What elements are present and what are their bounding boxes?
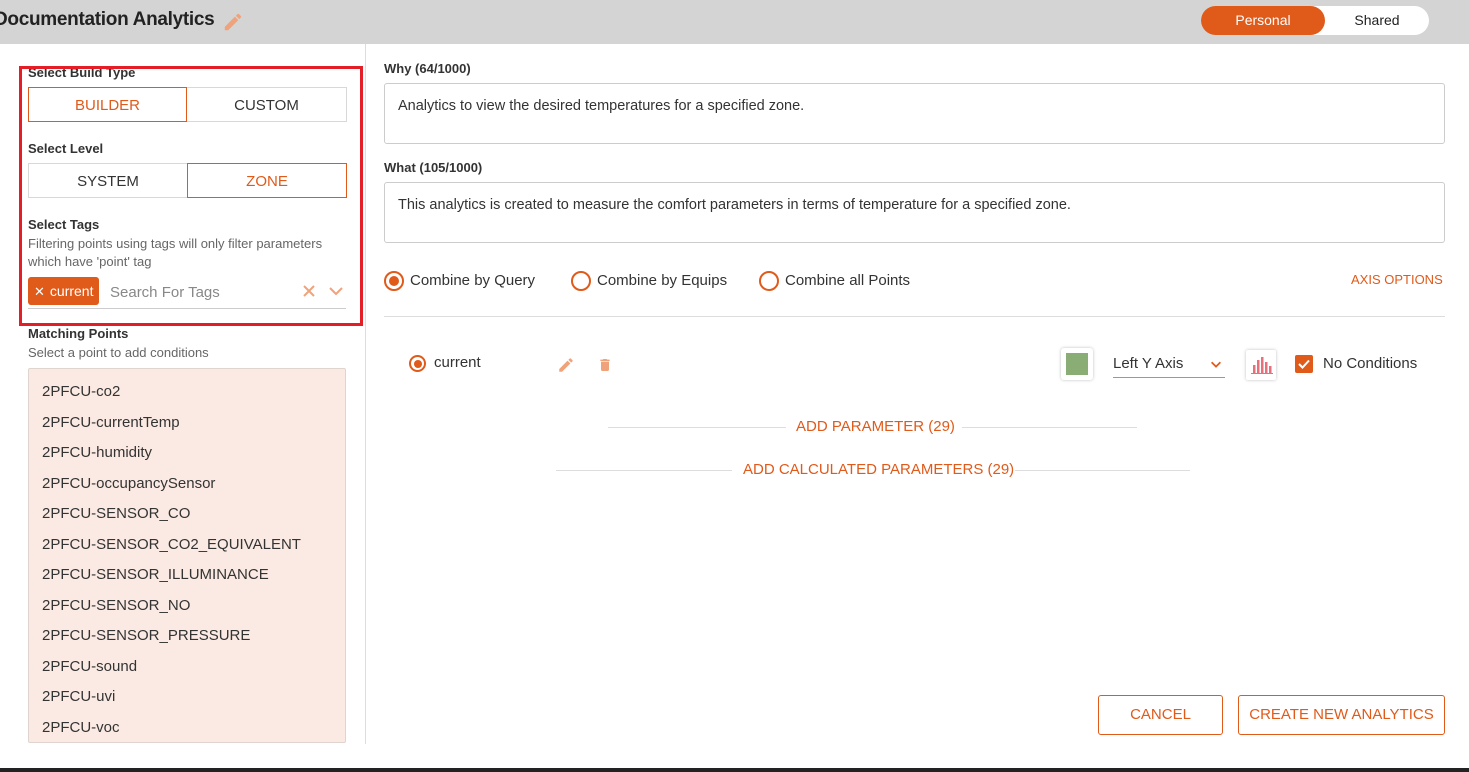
- list-item[interactable]: 2PFCU-currentTemp: [29, 408, 345, 439]
- pencil-icon[interactable]: [557, 356, 575, 374]
- list-item[interactable]: 2PFCU-SENSOR_CO: [29, 499, 345, 530]
- divider: [608, 427, 786, 428]
- matching-points-list: 2PFCU-co2 2PFCU-currentTemp 2PFCU-humidi…: [28, 368, 346, 743]
- parameter-radio[interactable]: [409, 355, 426, 372]
- bottom-bar: [0, 768, 1469, 772]
- radio-unselected-icon: [759, 271, 779, 291]
- top-bar: Documentation Analytics Personal Shared: [0, 0, 1469, 44]
- list-item[interactable]: 2PFCU-humidity: [29, 438, 345, 469]
- highlight-box: [19, 66, 363, 326]
- color-swatch[interactable]: [1061, 348, 1093, 380]
- color-swatch-fill: [1066, 353, 1088, 375]
- axis-options-link[interactable]: AXIS OPTIONS: [1351, 272, 1443, 287]
- no-conditions-checkbox[interactable]: [1295, 355, 1313, 373]
- pencil-icon[interactable]: [222, 11, 244, 33]
- add-parameter-link[interactable]: ADD PARAMETER (29): [796, 418, 955, 435]
- axis-select-value: Left Y Axis: [1113, 355, 1184, 372]
- divider: [1015, 470, 1190, 471]
- list-item[interactable]: 2PFCU-SENSOR_PRESSURE: [29, 621, 345, 652]
- divider: [962, 427, 1137, 428]
- list-item[interactable]: 2PFCU-sound: [29, 652, 345, 683]
- parameter-name: current: [434, 354, 481, 371]
- list-item[interactable]: 2PFCU-uvi: [29, 682, 345, 713]
- list-item[interactable]: 2PFCU-SENSOR_ILLUMINANCE: [29, 560, 345, 591]
- toggle-personal[interactable]: Personal: [1201, 6, 1325, 35]
- divider: [384, 316, 1445, 317]
- what-textarea[interactable]: This analytics is created to measure the…: [384, 182, 1445, 243]
- personal-shared-toggle: Personal Shared: [1201, 6, 1429, 35]
- trash-icon[interactable]: [597, 356, 613, 374]
- why-label: Why (64/1000): [384, 61, 471, 76]
- list-item[interactable]: 2PFCU-SENSOR_CO2_EQUIVALENT: [29, 530, 345, 561]
- list-item[interactable]: 2PFCU-co2: [29, 377, 345, 408]
- bar-chart-icon: [1251, 357, 1273, 374]
- axis-select[interactable]: Left Y Axis: [1113, 352, 1225, 378]
- list-item[interactable]: 2PFCU-voc: [29, 713, 345, 743]
- cancel-button[interactable]: CANCEL: [1098, 695, 1223, 735]
- create-new-analytics-button[interactable]: CREATE NEW ANALYTICS: [1238, 695, 1445, 735]
- radio-selected-icon: [384, 271, 404, 291]
- matching-points-help: Select a point to add conditions: [28, 345, 209, 360]
- divider: [556, 470, 732, 471]
- bar-chart-icon-button[interactable]: [1246, 350, 1276, 380]
- no-conditions-label: No Conditions: [1323, 355, 1418, 372]
- toggle-shared[interactable]: Shared: [1325, 6, 1429, 35]
- page-title: Documentation Analytics: [0, 9, 215, 30]
- add-calculated-parameters-link[interactable]: ADD CALCULATED PARAMETERS (29): [743, 461, 1014, 478]
- list-item[interactable]: 2PFCU-occupancySensor: [29, 469, 345, 500]
- why-textarea[interactable]: Analytics to view the desired temperatur…: [384, 83, 1445, 144]
- what-label: What (105/1000): [384, 160, 483, 175]
- chevron-down-icon: [1211, 361, 1221, 368]
- radio-unselected-icon: [571, 271, 591, 291]
- list-item[interactable]: 2PFCU-SENSOR_NO: [29, 591, 345, 622]
- checkbox-checked-icon: [1298, 359, 1310, 369]
- matching-points-label: Matching Points: [28, 326, 129, 341]
